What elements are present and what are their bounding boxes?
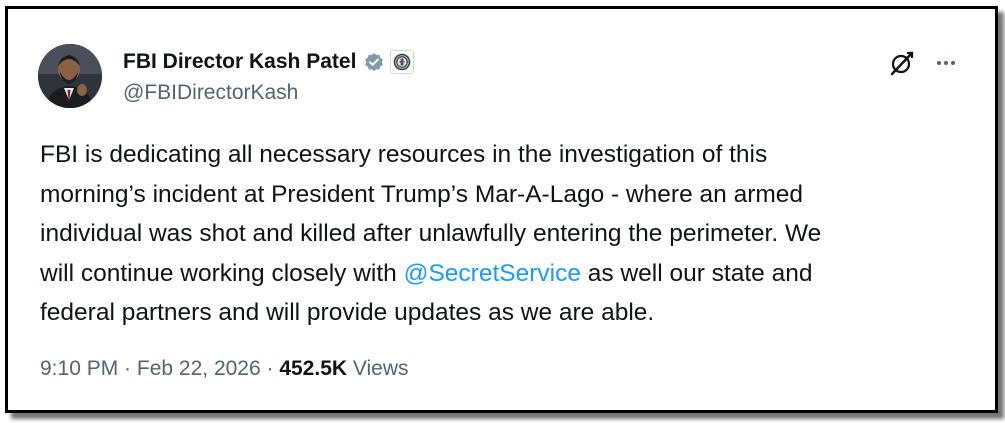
- more-options-icon[interactable]: [932, 49, 960, 77]
- tweet-metadata: 9:10 PM · Feb 22, 2026 · 452.5K Views: [40, 357, 409, 381]
- verified-badge-icon[interactable]: [363, 51, 385, 73]
- tweet-line-2: morning’s incident at President Trump’s …: [40, 180, 804, 208]
- views-count[interactable]: 452.5K: [279, 357, 347, 380]
- meta-separator: ·: [118, 357, 137, 380]
- tweet-line-4: will continue working closely with @Secr…: [40, 254, 980, 294]
- tweet-line-5: federal partners and will provide update…: [40, 299, 655, 326]
- author-name-row: FBI Director Kash Patel: [123, 47, 415, 77]
- tweet-time-link[interactable]: 9:10 PM: [40, 357, 118, 380]
- meta-separator: ·: [260, 357, 280, 380]
- secretservice-mention-link[interactable]: @SecretService: [404, 260, 581, 287]
- fbi-seal-icon[interactable]: [390, 50, 415, 74]
- grok-icon[interactable]: [888, 49, 916, 77]
- tweet-date-link[interactable]: Feb 22, 2026: [137, 357, 261, 380]
- tweet-body: FBI is dedicating all necessary resource…: [40, 135, 980, 333]
- tweet-line-4-start: will continue working closely with: [40, 259, 404, 287]
- profile-photo-icon: [38, 44, 102, 108]
- author-handle[interactable]: @FBIDirectorKash: [123, 81, 298, 105]
- tweet-card: FBI Director Kash Patel @FBIDirectorKash: [5, 6, 998, 413]
- tweet-line-3: individual was shot and killed after unl…: [40, 220, 822, 247]
- tweet-line-1: FBI is dedicating all necessary resource…: [40, 141, 768, 168]
- avatar[interactable]: [38, 44, 102, 108]
- views-label: Views: [347, 357, 409, 380]
- tweet-line-4-end: as well our state and: [580, 259, 813, 287]
- author-display-name[interactable]: FBI Director Kash Patel: [123, 50, 356, 74]
